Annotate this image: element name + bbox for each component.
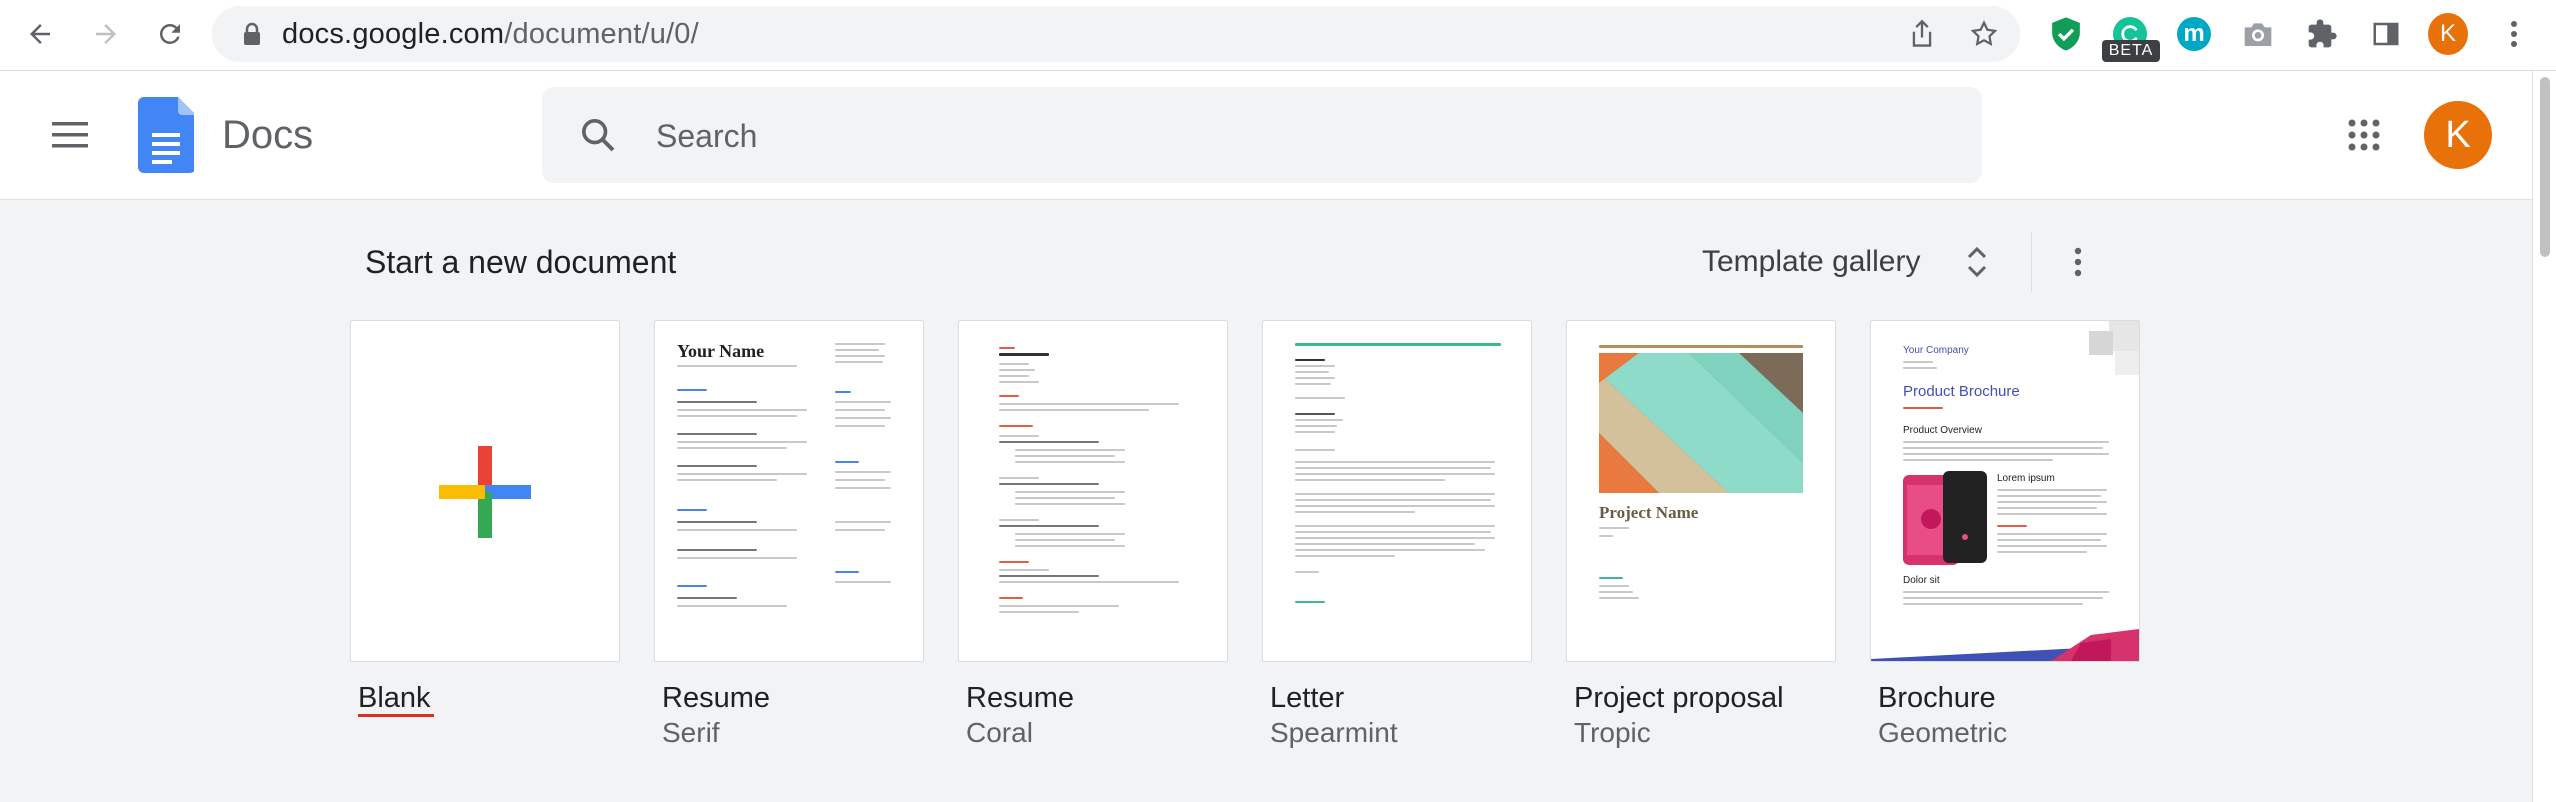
template-gallery-label: Template gallery bbox=[1702, 245, 1921, 278]
arrow-right-icon bbox=[96, 24, 116, 44]
template-style: Serif bbox=[662, 717, 720, 748]
preview-title: Your Name bbox=[677, 341, 765, 361]
template-style: Spearmint bbox=[1270, 717, 1398, 748]
template-style: Geometric bbox=[1878, 717, 2008, 748]
docs-logo-icon[interactable] bbox=[138, 97, 194, 173]
template-name: Blank bbox=[358, 682, 431, 714]
more-vert-icon bbox=[2511, 21, 2517, 47]
google-apps-button[interactable] bbox=[2340, 111, 2388, 159]
profile-button[interactable]: K bbox=[2428, 13, 2468, 55]
puzzle-icon bbox=[2308, 19, 2337, 48]
template-thumbnail[interactable] bbox=[1262, 320, 1532, 662]
template-name: Resume bbox=[966, 682, 1074, 714]
preview-title: Project Name bbox=[1599, 503, 1699, 522]
preview-corner-shapes bbox=[2089, 321, 2139, 375]
scrollbar-thumb[interactable] bbox=[2540, 77, 2550, 257]
side-panel-icon bbox=[2373, 22, 2399, 46]
star-icon bbox=[1970, 20, 1998, 46]
plus-icon bbox=[439, 446, 531, 538]
search-input[interactable] bbox=[654, 111, 1938, 161]
template-thumbnail[interactable]: Your Company Product Brochure Product Ov… bbox=[1870, 320, 2140, 662]
account-avatar[interactable]: K bbox=[2424, 101, 2492, 169]
template-name: Resume bbox=[662, 682, 770, 714]
url-text: docs.google.com/document/u/0/ bbox=[282, 16, 699, 52]
template-thumbnail[interactable]: Your Name bbox=[654, 320, 924, 662]
template-name: Letter bbox=[1270, 682, 1345, 714]
template-name: Brochure bbox=[1878, 682, 1996, 714]
arrow-left-icon bbox=[30, 24, 50, 44]
browser-menu-button[interactable] bbox=[2494, 14, 2534, 54]
template-resume-coral[interactable]: Resume Coral bbox=[958, 320, 1228, 748]
template-letter-spearmint[interactable]: Letter Spearmint bbox=[1262, 320, 1532, 748]
app-title[interactable]: Docs bbox=[222, 111, 313, 159]
profile-avatar: K bbox=[2428, 13, 2468, 55]
template-thumbnail[interactable]: Project Name bbox=[1566, 320, 1836, 662]
apps-grid-icon bbox=[2348, 119, 2380, 151]
unfold-icon bbox=[1967, 246, 1987, 278]
template-style: Tropic bbox=[1574, 717, 1651, 748]
preview-heading: Product Overview bbox=[1903, 425, 1982, 436]
template-project-proposal-tropic[interactable]: Project Name Project proposal Tropic bbox=[1566, 320, 1836, 748]
extension-camera-button[interactable] bbox=[2238, 14, 2278, 54]
template-resume-serif[interactable]: Your Name Resume Serif bbox=[654, 320, 924, 748]
share-page-button[interactable] bbox=[1906, 18, 1938, 50]
url-host: docs.google.com bbox=[282, 18, 505, 50]
preview-subheading-2: Dolor sit bbox=[1903, 575, 1940, 586]
shield-icon bbox=[2052, 17, 2080, 51]
forward-button[interactable] bbox=[86, 14, 126, 54]
search-bar[interactable] bbox=[542, 87, 1982, 183]
url-path: /document/u/0/ bbox=[504, 18, 699, 50]
more-vert-icon bbox=[2074, 247, 2082, 277]
preview-phone-image bbox=[1903, 471, 1987, 565]
preview-footer-shapes bbox=[1871, 629, 2139, 661]
extensions-menu-button[interactable] bbox=[2302, 14, 2342, 54]
template-style: Coral bbox=[966, 717, 1033, 748]
template-blank[interactable]: Blank bbox=[350, 320, 620, 717]
spellcheck-underline bbox=[358, 714, 434, 717]
extension-shield-button[interactable] bbox=[2046, 14, 2086, 54]
section-title: Start a new document bbox=[365, 244, 677, 280]
browser-toolbar: docs.google.com/document/u/0/ BETA m K bbox=[0, 0, 2556, 71]
m-extension-icon: m bbox=[2177, 17, 2211, 51]
reload-button[interactable] bbox=[150, 14, 190, 54]
preview-company: Your Company bbox=[1903, 345, 1969, 356]
share-icon bbox=[1912, 19, 1932, 47]
toolbar-divider bbox=[2031, 232, 2032, 292]
search-icon[interactable] bbox=[578, 115, 618, 155]
preview-art bbox=[1599, 353, 1803, 493]
page-scrollbar[interactable] bbox=[2532, 71, 2556, 802]
preview-title: Product Brochure bbox=[1903, 383, 2020, 400]
bookmark-star-button[interactable] bbox=[1968, 18, 2000, 50]
beta-badge: BETA bbox=[2102, 40, 2160, 62]
reload-icon bbox=[159, 23, 180, 44]
template-thumbnail[interactable] bbox=[350, 320, 620, 662]
hamburger-icon bbox=[52, 122, 88, 148]
camera-icon bbox=[2244, 23, 2272, 46]
side-panel-button[interactable] bbox=[2366, 14, 2406, 54]
docs-header: Docs K bbox=[0, 71, 2532, 200]
template-more-button[interactable] bbox=[2054, 236, 2102, 288]
main-menu-button[interactable] bbox=[46, 111, 94, 159]
lock-icon bbox=[244, 22, 260, 45]
template-thumbnail[interactable] bbox=[958, 320, 1228, 662]
back-button[interactable] bbox=[20, 14, 60, 54]
template-brochure-geometric[interactable]: Your Company Product Brochure Product Ov… bbox=[1870, 320, 2140, 748]
template-gallery-button[interactable]: Template gallery bbox=[1702, 230, 2042, 294]
extension-m-button[interactable]: m bbox=[2174, 14, 2214, 54]
preview-subheading: Lorem ipsum bbox=[1997, 473, 2055, 484]
address-bar[interactable]: docs.google.com/document/u/0/ bbox=[212, 6, 2020, 62]
template-name: Project proposal bbox=[1574, 682, 1784, 714]
